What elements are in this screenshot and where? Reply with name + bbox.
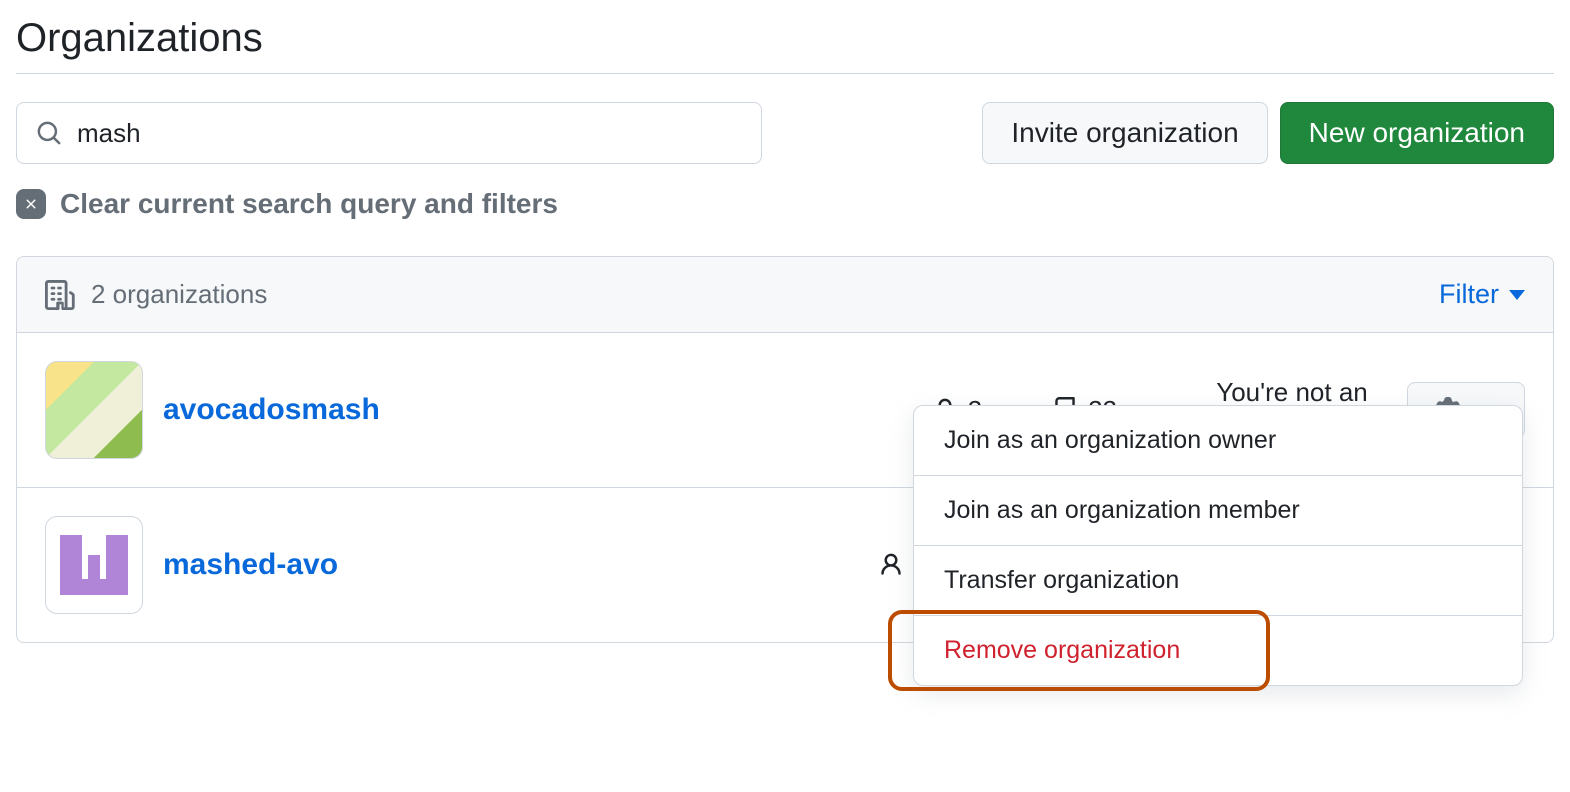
menu-remove-org-label: Remove organization (944, 636, 1180, 664)
menu-remove-org[interactable]: Remove organization (914, 616, 1522, 685)
close-icon (16, 189, 46, 219)
top-row: Invite organization New organization (16, 102, 1554, 164)
table-header: 2 organizations Filter (17, 257, 1553, 333)
invite-organization-button[interactable]: Invite organization (982, 102, 1267, 164)
clear-search-row[interactable]: Clear current search query and filters (16, 188, 1554, 220)
table-row: avocadosmash 2 22 You're not an organiza… (17, 333, 1553, 488)
menu-join-owner[interactable]: Join as an organization owner (914, 406, 1522, 476)
header-divider (16, 73, 1554, 74)
organization-icon (45, 280, 75, 310)
top-actions: Invite organization New organization (982, 102, 1554, 164)
org-link-avocadosmash[interactable]: avocadosmash (163, 393, 380, 427)
page-title: Organizations (16, 16, 1554, 61)
search-icon (36, 120, 62, 146)
org-link-mashed-avo[interactable]: mashed-avo (163, 548, 338, 582)
filter-label: Filter (1439, 279, 1499, 310)
new-organization-button[interactable]: New organization (1280, 102, 1554, 164)
avatar[interactable] (45, 361, 143, 459)
org-count-label: 2 organizations (91, 279, 267, 310)
organizations-table: 2 organizations Filter avocadosmash 2 22… (16, 256, 1554, 643)
person-icon (878, 552, 904, 578)
clear-search-label: Clear current search query and filters (60, 188, 558, 220)
menu-join-member[interactable]: Join as an organization member (914, 476, 1522, 546)
avatar[interactable] (45, 516, 143, 614)
search-wrap (16, 102, 762, 164)
filter-button[interactable]: Filter (1439, 279, 1525, 310)
settings-dropdown: Join as an organization owner Join as an… (913, 405, 1523, 686)
menu-transfer-org[interactable]: Transfer organization (914, 546, 1522, 616)
caret-down-icon (1509, 290, 1525, 300)
search-input[interactable] (16, 102, 762, 164)
